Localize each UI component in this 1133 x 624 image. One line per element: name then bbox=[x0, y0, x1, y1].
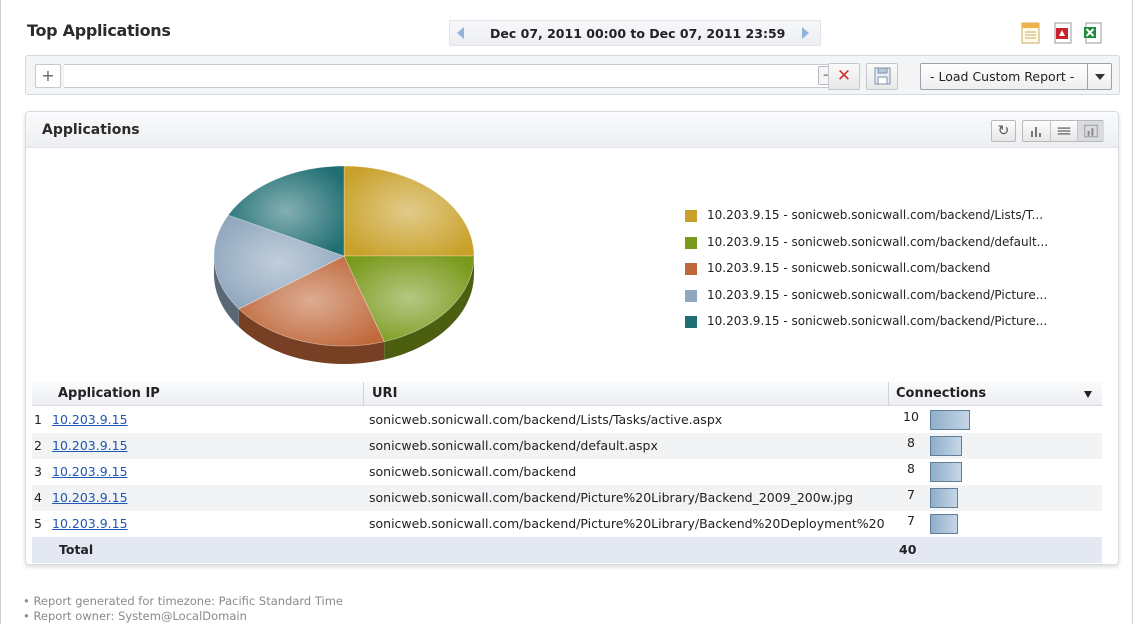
filter-input[interactable] bbox=[64, 64, 844, 88]
save-icon bbox=[874, 67, 891, 85]
connections-value: 8 bbox=[907, 461, 915, 476]
applications-panel: Applications ↻ 10.203.9.15 - sonicweb.so… bbox=[25, 111, 1119, 565]
uri-cell: sonicweb.sonicwall.com/backend/Picture%2… bbox=[369, 516, 884, 531]
panel-header: Applications ↻ bbox=[26, 112, 1118, 148]
clear-filter-button[interactable]: ✕ bbox=[828, 63, 860, 90]
row-number: 1 bbox=[34, 412, 42, 427]
application-ip-link[interactable]: 10.203.9.15 bbox=[52, 490, 128, 505]
load-custom-report-select[interactable]: - Load Custom Report - bbox=[920, 63, 1112, 90]
legend-label: 10.203.9.15 - sonicweb.sonicwall.com/bac… bbox=[707, 261, 991, 275]
column-divider bbox=[363, 382, 364, 406]
connections-bar bbox=[930, 514, 958, 534]
legend-label: 10.203.9.15 - sonicweb.sonicwall.com/bac… bbox=[707, 234, 1049, 249]
connections-value: 8 bbox=[907, 435, 915, 450]
date-range-navigator: Dec 07, 2011 00:00 to Dec 07, 2011 23:59 bbox=[449, 20, 821, 46]
connections-value: 7 bbox=[907, 513, 915, 528]
pie-chart bbox=[214, 166, 475, 364]
table-row: 1 10.203.9.15 sonicweb.sonicwall.com/bac… bbox=[32, 407, 1102, 433]
row-number: 5 bbox=[34, 516, 42, 531]
application-ip-link[interactable]: 10.203.9.15 bbox=[52, 438, 128, 453]
total-label: Total bbox=[59, 542, 94, 557]
legend-swatch bbox=[685, 316, 697, 328]
table-header: Application IP URI Connections bbox=[32, 382, 1102, 406]
panel-title: Applications bbox=[42, 122, 140, 138]
connections-value: 10 bbox=[903, 409, 919, 424]
connections-bar bbox=[930, 410, 970, 430]
column-header-uri[interactable]: URI bbox=[372, 386, 397, 401]
chevron-right-icon[interactable] bbox=[802, 27, 809, 39]
refresh-icon[interactable]: ↻ bbox=[991, 120, 1016, 142]
table-total-row: Total 40 bbox=[32, 537, 1102, 563]
table-row: 3 10.203.9.15 sonicweb.sonicwall.com/bac… bbox=[32, 459, 1102, 485]
uri-cell: sonicweb.sonicwall.com/backend bbox=[369, 464, 577, 479]
connections-bar bbox=[930, 488, 958, 508]
uri-cell: sonicweb.sonicwall.com/backend/Picture%2… bbox=[369, 490, 854, 505]
column-header-connections[interactable]: Connections bbox=[896, 386, 986, 401]
legend-label: 10.203.9.15 - sonicweb.sonicwall.com/bac… bbox=[707, 314, 1048, 328]
sort-descending-icon[interactable] bbox=[1084, 391, 1092, 398]
uri-cell: sonicweb.sonicwall.com/backend/default.a… bbox=[369, 438, 658, 453]
chart-table-view-icon[interactable] bbox=[1077, 121, 1104, 141]
legend-label: 10.203.9.15 - sonicweb.sonicwall.com/bac… bbox=[707, 208, 1044, 222]
connections-value: 7 bbox=[907, 487, 915, 502]
table-row: 2 10.203.9.15 sonicweb.sonicwall.com/bac… bbox=[32, 433, 1102, 459]
table-view-icon[interactable] bbox=[1050, 121, 1077, 141]
application-ip-link[interactable]: 10.203.9.15 bbox=[52, 412, 128, 427]
application-ip-link[interactable]: 10.203.9.15 bbox=[52, 516, 128, 531]
save-filter-button[interactable] bbox=[866, 63, 898, 90]
connections-bar bbox=[930, 436, 962, 456]
application-ip-link[interactable]: 10.203.9.15 bbox=[52, 464, 128, 479]
view-toggle-group bbox=[1022, 120, 1104, 142]
column-header-application-ip[interactable]: Application IP bbox=[58, 386, 160, 401]
table-row: 5 10.203.9.15 sonicweb.sonicwall.com/bac… bbox=[32, 511, 1102, 537]
page-title: Top Applications bbox=[27, 21, 171, 40]
pie-slice[interactable] bbox=[343, 166, 475, 257]
legend-swatch bbox=[685, 263, 697, 275]
row-number: 4 bbox=[34, 490, 42, 505]
row-number: 2 bbox=[34, 438, 42, 453]
table-row: 4 10.203.9.15 sonicweb.sonicwall.com/bac… bbox=[32, 485, 1102, 511]
legend-swatch bbox=[685, 210, 697, 222]
footnote-timezone: • Report generated for timezone: Pacific… bbox=[23, 594, 344, 608]
pdf-icon[interactable] bbox=[1052, 21, 1074, 45]
legend-label: 10.203.9.15 - sonicweb.sonicwall.com/bac… bbox=[707, 287, 1048, 302]
report-icon[interactable] bbox=[1020, 21, 1042, 45]
row-number: 3 bbox=[34, 464, 42, 479]
excel-icon[interactable] bbox=[1082, 21, 1104, 45]
add-filter-button[interactable]: + bbox=[35, 64, 61, 88]
column-divider bbox=[888, 382, 889, 406]
custom-report-label: - Load Custom Report - bbox=[930, 69, 1075, 84]
chevron-down-icon[interactable] bbox=[1087, 64, 1111, 89]
bar-chart-view-icon[interactable] bbox=[1023, 121, 1050, 141]
filter-bar: + → ✕ - Load Custom Report - bbox=[25, 55, 1120, 95]
legend-swatch bbox=[685, 289, 697, 302]
uri-cell: sonicweb.sonicwall.com/backend/Lists/Tas… bbox=[369, 412, 723, 427]
footnote-owner: • Report owner: System@LocalDomain bbox=[23, 609, 247, 623]
chevron-left-icon[interactable] bbox=[457, 27, 464, 39]
report-frame: Top Applications Dec 07, 2011 00:00 to D… bbox=[0, 0, 1133, 624]
connections-bar bbox=[930, 462, 962, 482]
date-range-label: Dec 07, 2011 00:00 to Dec 07, 2011 23:59 bbox=[490, 26, 786, 41]
total-value: 40 bbox=[899, 542, 917, 557]
legend-swatch bbox=[685, 236, 697, 249]
